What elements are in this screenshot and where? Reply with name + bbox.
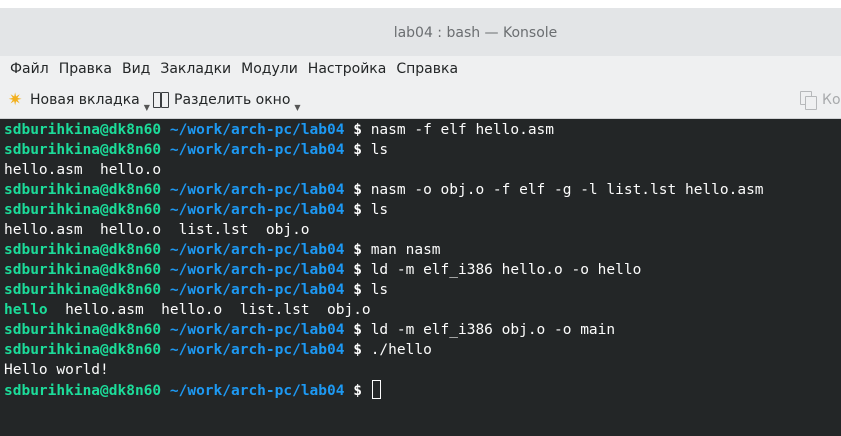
- prompt-path: ~/work/arch-pc/lab04: [169, 142, 345, 158]
- prompt-path: ~/work/arch-pc/lab04: [169, 182, 345, 198]
- prompt-path: ~/work/arch-pc/lab04: [169, 202, 345, 218]
- split-view-button[interactable]: Разделить окно ▼: [152, 88, 301, 112]
- prompt-user: sdburihkina@dk8n60: [4, 322, 162, 338]
- prompt-path: ~/work/arch-pc/lab04: [169, 262, 345, 278]
- split-view-icon: [152, 91, 170, 109]
- menu-bar: Файл Правка Вид Закладки Модули Настройк…: [0, 56, 841, 82]
- new-tab-label: Новая вкладка: [30, 92, 140, 108]
- prompt-symbol: $: [353, 142, 362, 158]
- prompt-user: sdburihkina@dk8n60: [4, 342, 162, 358]
- terminal-output-line: hello.asm hello.o list.lst obj.o: [4, 220, 310, 240]
- menu-help[interactable]: Справка: [391, 61, 463, 77]
- prompt-symbol: $: [353, 122, 362, 138]
- split-view-label: Разделить окно: [174, 92, 291, 108]
- terminal-command-line: sdburihkina@dk8n60 ~/work/arch-pc/lab04 …: [4, 320, 615, 340]
- prompt-symbol: $: [353, 322, 362, 338]
- copy-label: Ко: [822, 92, 841, 108]
- command-text: ./hello: [370, 342, 432, 358]
- prompt-user: sdburihkina@dk8n60: [4, 122, 162, 138]
- terminal-command-line: sdburihkina@dk8n60 ~/work/arch-pc/lab04 …: [4, 240, 441, 260]
- new-tab-dropdown-icon[interactable]: ▼: [144, 103, 150, 112]
- prompt-user: sdburihkina@dk8n60: [4, 383, 162, 399]
- terminal-command-line: sdburihkina@dk8n60 ~/work/arch-pc/lab04 …: [4, 280, 388, 300]
- terminal-command-line: sdburihkina@dk8n60 ~/work/arch-pc/lab04 …: [4, 140, 388, 160]
- prompt-user: sdburihkina@dk8n60: [4, 242, 162, 258]
- prompt-user: sdburihkina@dk8n60: [4, 262, 162, 278]
- prompt-path: ~/work/arch-pc/lab04: [169, 322, 345, 338]
- command-text: ls: [370, 142, 389, 158]
- output-text: hello.asm hello.o list.lst obj.o: [4, 222, 310, 238]
- prompt-symbol: $: [353, 202, 362, 218]
- prompt-symbol: $: [353, 182, 362, 198]
- command-text: ls: [370, 282, 389, 298]
- output-text: hello.asm hello.o list.lst obj.o: [47, 302, 371, 318]
- menu-file[interactable]: Файл: [0, 61, 54, 77]
- menu-plugins[interactable]: Модули: [236, 61, 303, 77]
- toolbar: ✷ Новая вкладка ▼ Разделить окно ▼ Ко: [0, 82, 841, 119]
- copy-icon: [800, 91, 818, 110]
- menu-view[interactable]: Вид: [117, 61, 155, 77]
- executable-file: hello: [4, 302, 48, 318]
- prompt-path: ~/work/arch-pc/lab04: [169, 122, 345, 138]
- prompt-user: sdburihkina@dk8n60: [4, 182, 162, 198]
- terminal-command-line: sdburihkina@dk8n60 ~/work/arch-pc/lab04 …: [4, 260, 641, 280]
- menu-bookmarks[interactable]: Закладки: [155, 61, 236, 77]
- menu-settings[interactable]: Настройка: [303, 61, 392, 77]
- terminal-cursor: [371, 380, 381, 399]
- title-bar[interactable]: lab04 : bash — Konsole: [0, 8, 841, 56]
- window-title: lab04 : bash — Konsole: [393, 25, 558, 41]
- command-text: ld -m elf_i386 hello.o -o hello: [370, 262, 642, 278]
- command-text: man nasm: [370, 242, 441, 258]
- prompt-user: sdburihkina@dk8n60: [4, 202, 162, 218]
- menu-edit[interactable]: Правка: [54, 61, 117, 77]
- split-view-dropdown-icon[interactable]: ▼: [294, 103, 300, 112]
- terminal-prompt-line: sdburihkina@dk8n60 ~/work/arch-pc/lab04 …: [4, 380, 381, 400]
- command-text: ld -m elf_i386 obj.o -o main: [370, 322, 616, 338]
- terminal-output-line: Hello world!: [4, 360, 109, 380]
- prompt-symbol: $: [353, 342, 362, 358]
- terminal-output-line: hello hello.asm hello.o list.lst obj.o: [4, 300, 371, 320]
- command-text: ls: [370, 202, 389, 218]
- prompt-path: ~/work/arch-pc/lab04: [169, 242, 345, 258]
- prompt-symbol: $: [353, 282, 362, 298]
- terminal-command-line: sdburihkina@dk8n60 ~/work/arch-pc/lab04 …: [4, 340, 432, 360]
- command-text: nasm -f elf hello.asm: [370, 122, 555, 138]
- output-text: Hello world!: [4, 362, 109, 378]
- konsole-window: lab04 : bash — Konsole Файл Правка Вид З…: [0, 0, 841, 436]
- prompt-symbol: $: [353, 383, 362, 399]
- prompt-path: ~/work/arch-pc/lab04: [169, 342, 345, 358]
- terminal-command-line: sdburihkina@dk8n60 ~/work/arch-pc/lab04 …: [4, 180, 764, 200]
- prompt-symbol: $: [353, 242, 362, 258]
- prompt-user: sdburihkina@dk8n60: [4, 282, 162, 298]
- new-tab-button[interactable]: ✷ Новая вкладка ▼: [8, 88, 150, 112]
- prompt-path: ~/work/arch-pc/lab04: [169, 282, 345, 298]
- new-tab-icon: ✷: [8, 90, 23, 110]
- terminal-output[interactable]: sdburihkina@dk8n60 ~/work/arch-pc/lab04 …: [0, 119, 841, 436]
- command-text: nasm -o obj.o -f elf -g -l list.lst hell…: [370, 182, 764, 198]
- output-text: hello.asm hello.o: [4, 162, 162, 178]
- copy-button[interactable]: Ко: [800, 88, 841, 112]
- prompt-user: sdburihkina@dk8n60: [4, 142, 162, 158]
- terminal-output-line: hello.asm hello.o: [4, 160, 161, 180]
- terminal-command-line: sdburihkina@dk8n60 ~/work/arch-pc/lab04 …: [4, 200, 388, 220]
- prompt-symbol: $: [353, 262, 362, 278]
- prompt-path: ~/work/arch-pc/lab04: [169, 383, 345, 399]
- terminal-command-line: sdburihkina@dk8n60 ~/work/arch-pc/lab04 …: [4, 120, 554, 140]
